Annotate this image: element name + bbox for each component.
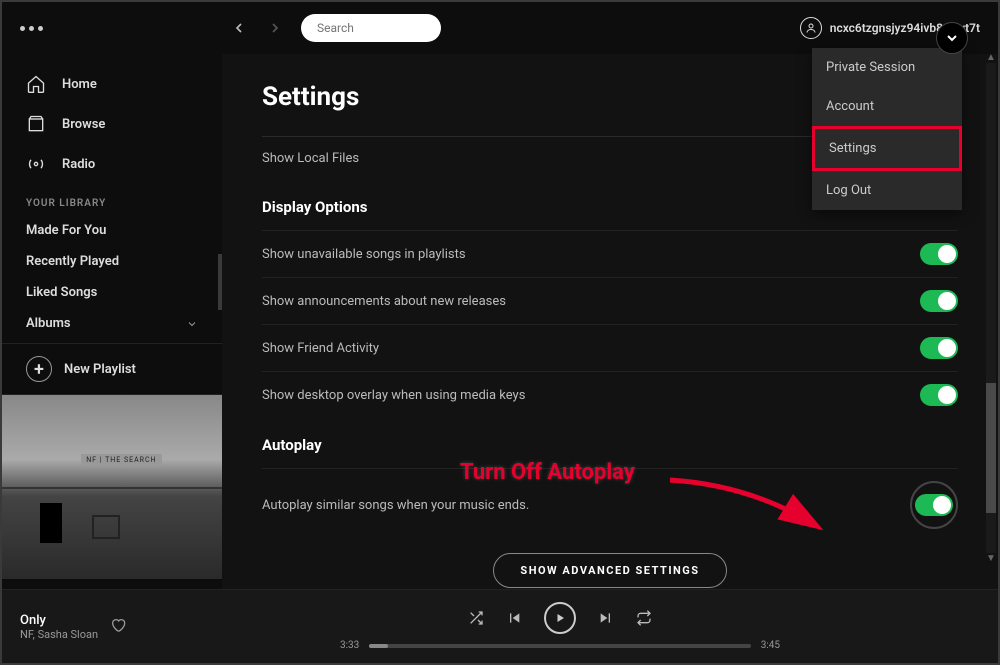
- scroll-down-icon[interactable]: ▼: [986, 553, 996, 564]
- toggle-announcements[interactable]: [920, 290, 958, 312]
- library-item-made-for-you[interactable]: Made For You: [2, 215, 222, 246]
- heart-icon: [110, 617, 126, 633]
- next-button[interactable]: [598, 610, 614, 626]
- search-input[interactable]: [317, 21, 473, 35]
- repeat-button[interactable]: [636, 610, 652, 626]
- setting-label: Show announcements about new releases: [262, 294, 506, 309]
- user-icon: [800, 17, 822, 39]
- user-dropdown-menu: Private Session Account Settings Log Out: [812, 48, 962, 210]
- nav-back-button[interactable]: [227, 16, 251, 40]
- previous-button[interactable]: [506, 610, 522, 626]
- time-elapsed: 3:33: [340, 640, 359, 651]
- setting-row-desktop-overlay: Show desktop overlay when using media ke…: [262, 371, 958, 418]
- topbar: ncxc6tzgnsjyz94ivb82kwt7t: [2, 2, 998, 54]
- toggle-desktop-overlay[interactable]: [920, 384, 958, 406]
- dropdown-item-logout[interactable]: Log Out: [812, 171, 962, 210]
- library-item-recently-played[interactable]: Recently Played: [2, 246, 222, 277]
- toggle-friend-activity[interactable]: [920, 337, 958, 359]
- new-playlist-button[interactable]: + New Playlist: [2, 343, 222, 395]
- vertical-scrollbar[interactable]: ▲ ▼: [986, 52, 996, 572]
- setting-row-unavailable-songs: Show unavailable songs in playlists: [262, 230, 958, 277]
- new-playlist-label: New Playlist: [64, 362, 136, 377]
- sidebar-item-browse[interactable]: Browse: [2, 104, 222, 144]
- user-dropdown-chevron[interactable]: [936, 22, 968, 54]
- play-icon: [554, 612, 566, 624]
- setting-row-friend-activity: Show Friend Activity: [262, 324, 958, 371]
- browse-icon: [26, 114, 46, 134]
- search-input-wrap[interactable]: [301, 14, 441, 42]
- show-advanced-settings-button[interactable]: SHOW ADVANCED SETTINGS: [493, 553, 726, 588]
- home-icon: [26, 74, 46, 94]
- library-header: YOUR LIBRARY: [2, 184, 222, 215]
- toggle-unavailable-songs[interactable]: [920, 243, 958, 265]
- setting-row-announcements: Show announcements about new releases: [262, 277, 958, 324]
- toggle-autoplay[interactable]: [915, 494, 953, 516]
- sidebar-item-label: Browse: [62, 117, 105, 132]
- sidebar: Home Browse Radio YOUR LIBRARY Made For …: [2, 54, 222, 589]
- menu-dots-icon[interactable]: [20, 26, 43, 31]
- setting-row-autoplay: Autoplay similar songs when your music e…: [262, 468, 958, 541]
- sidebar-item-home[interactable]: Home: [2, 64, 222, 104]
- progress-bar[interactable]: 3:33 3:45: [340, 640, 780, 651]
- plus-icon: +: [26, 356, 52, 382]
- nav-forward-button[interactable]: [263, 16, 287, 40]
- setting-label: Show unavailable songs in playlists: [262, 247, 466, 262]
- setting-label: Show Friend Activity: [262, 341, 379, 356]
- sidebar-item-label: Radio: [62, 157, 95, 172]
- scrollbar-thumb[interactable]: [986, 383, 996, 513]
- autoplay-header: Autoplay: [262, 436, 958, 454]
- dropdown-item-private-session[interactable]: Private Session: [812, 48, 962, 87]
- now-playing-artist[interactable]: NF, Sasha Sloan: [20, 628, 98, 641]
- sidebar-item-radio[interactable]: Radio: [2, 144, 222, 184]
- now-playing-track[interactable]: Only: [20, 613, 98, 628]
- setting-label: Show desktop overlay when using media ke…: [262, 388, 525, 403]
- progress-track[interactable]: [369, 644, 750, 648]
- chevron-down-icon: [186, 318, 198, 330]
- shuffle-button[interactable]: [468, 610, 484, 626]
- play-button[interactable]: [544, 602, 576, 634]
- library-item-albums[interactable]: Albums: [2, 308, 222, 339]
- autoplay-toggle-highlight: [910, 481, 958, 529]
- setting-label: Autoplay similar songs when your music e…: [262, 498, 529, 513]
- radio-icon: [26, 154, 46, 174]
- chevron-down-icon: [944, 30, 960, 46]
- like-button[interactable]: [110, 617, 126, 637]
- library-item-liked-songs[interactable]: Liked Songs: [2, 277, 222, 308]
- album-art-text: NF | THE SEARCH: [81, 454, 161, 466]
- sidebar-item-label: Home: [62, 77, 97, 92]
- time-total: 3:45: [761, 640, 780, 651]
- now-playing-album-art[interactable]: NF | THE SEARCH: [2, 395, 222, 579]
- scroll-up-icon[interactable]: ▲: [986, 52, 996, 63]
- dropdown-item-settings[interactable]: Settings: [812, 126, 962, 171]
- playbar: Only NF, Sasha Sloan 3:33 3:45: [2, 589, 998, 663]
- dropdown-item-account[interactable]: Account: [812, 87, 962, 126]
